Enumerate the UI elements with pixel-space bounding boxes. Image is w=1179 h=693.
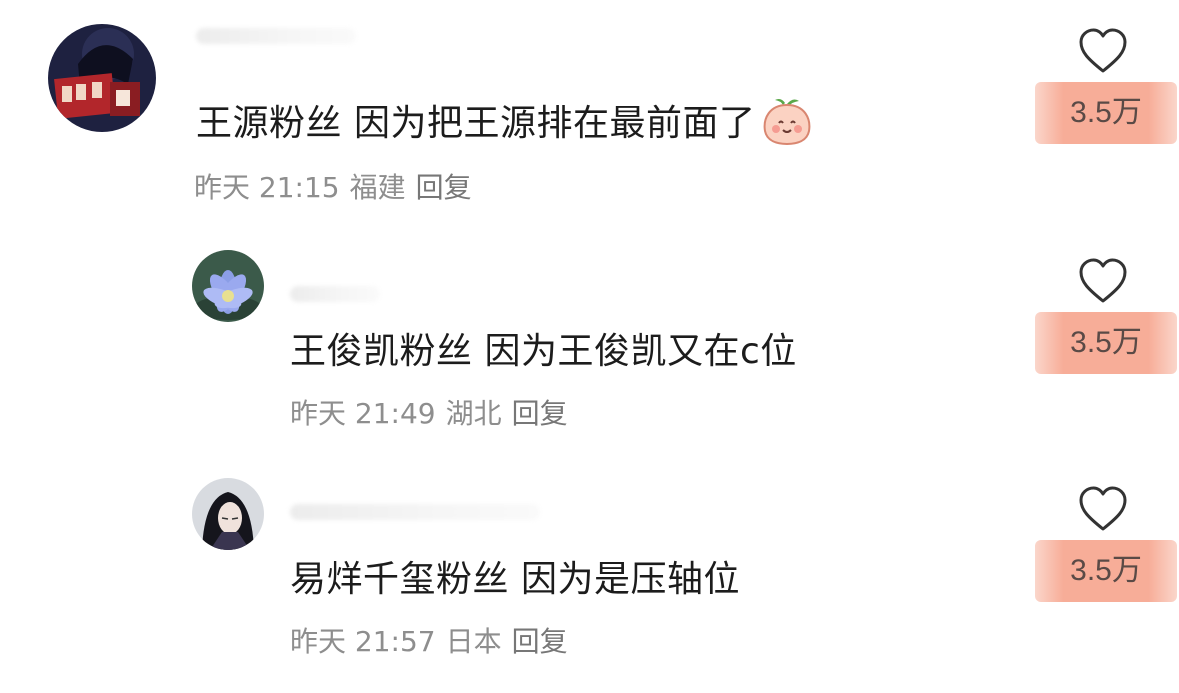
- comment-text: 易烊千玺粉丝 因为是压轴位: [290, 559, 740, 600]
- reply-button[interactable]: 回复: [512, 397, 568, 430]
- comment-text: 王源粉丝 因为把王源排在最前面了: [196, 94, 813, 154]
- username-blurred[interactable]: [290, 504, 540, 520]
- smiling-peach-emoji-icon: [761, 97, 813, 154]
- avatar[interactable]: [192, 250, 264, 322]
- comment-location: 湖北: [445, 397, 502, 430]
- reply-button[interactable]: 回复: [512, 625, 568, 658]
- username-blurred[interactable]: [196, 28, 356, 44]
- comment-time: 昨天 21:57: [290, 625, 436, 658]
- like-count: 3.5万: [1035, 312, 1177, 374]
- comment-location: 福建: [349, 171, 406, 204]
- heart-outline-icon[interactable]: [1078, 486, 1128, 536]
- comment-text: 王俊凯粉丝 因为王俊凯又在c位: [290, 331, 797, 372]
- avatar[interactable]: [48, 24, 156, 132]
- comment-meta: 昨天 21:15 福建 回复: [194, 166, 482, 206]
- like-count: 3.5万: [1035, 82, 1177, 144]
- like-count: 3.5万: [1035, 540, 1177, 602]
- heart-outline-icon[interactable]: [1078, 28, 1128, 78]
- comment-time: 昨天 21:49: [290, 397, 436, 430]
- comment-time: 昨天 21:15: [194, 171, 340, 204]
- comment-meta: 昨天 21:57 日本 回复: [290, 620, 578, 660]
- comment-meta: 昨天 21:49 湖北 回复: [290, 392, 578, 432]
- comment-location: 日本: [445, 625, 502, 658]
- reply-button[interactable]: 回复: [416, 171, 472, 204]
- username-blurred[interactable]: [290, 286, 380, 302]
- heart-outline-icon[interactable]: [1078, 258, 1128, 308]
- comment-text-content: 王源粉丝 因为把王源排在最前面了: [196, 103, 756, 144]
- avatar[interactable]: [192, 478, 264, 550]
